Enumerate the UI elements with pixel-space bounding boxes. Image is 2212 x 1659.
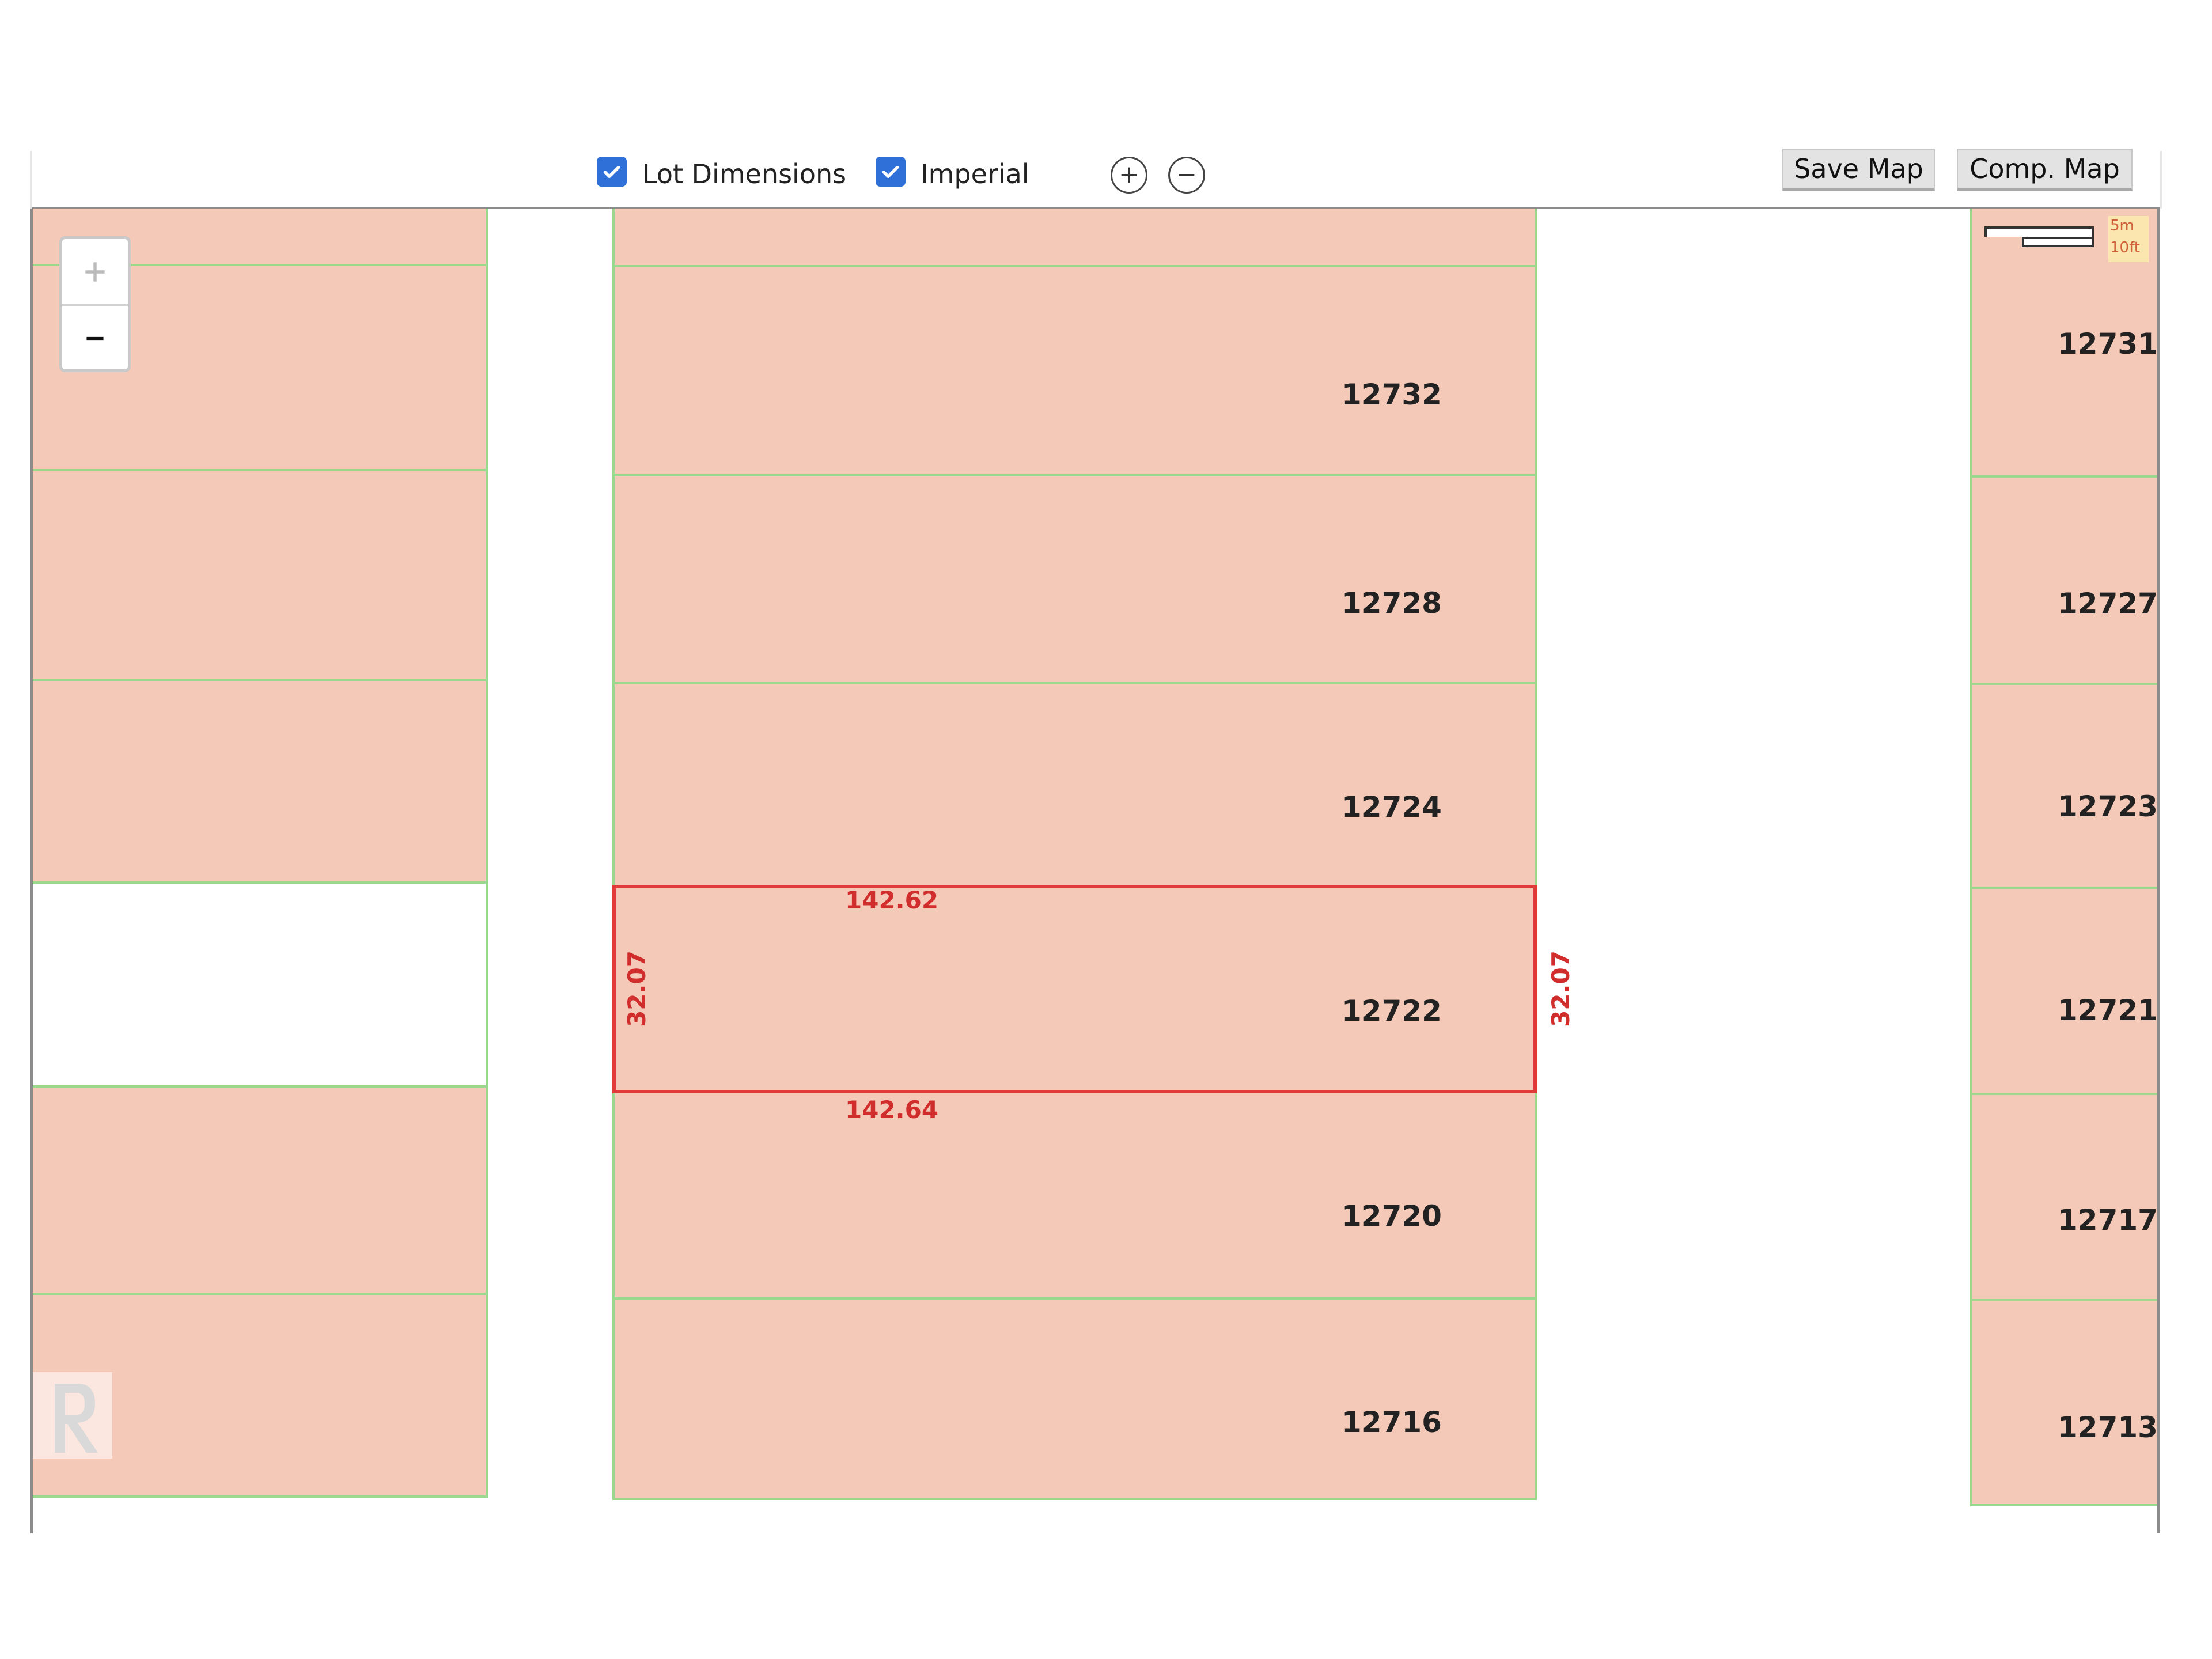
lot-right[interactable]: 12727 xyxy=(1970,475,2160,685)
map-right-border xyxy=(2157,209,2160,1533)
lot-right[interactable]: 12717 xyxy=(1970,1093,2160,1301)
toolbar-edge-left xyxy=(30,151,32,209)
scale-bar: 5m 10ft xyxy=(1967,216,2149,262)
lot-number: 12720 xyxy=(1342,1199,1442,1233)
lot-right[interactable]: 12723 xyxy=(1970,683,2160,889)
selected-lot-outline xyxy=(612,885,1537,1093)
save-map-button[interactable]: Save Map xyxy=(1782,149,1935,191)
lot-number: 12721 xyxy=(2058,994,2158,1027)
lot-center[interactable]: 12720 xyxy=(612,1090,1537,1300)
lot-right[interactable]: 12713 xyxy=(1970,1299,2160,1506)
lot-number: 12713 xyxy=(2058,1411,2158,1444)
scale-metric-label: 5m xyxy=(2110,217,2134,234)
map-left-border xyxy=(30,209,33,1533)
map-zoom-in-button[interactable] xyxy=(62,239,128,304)
lot-left[interactable] xyxy=(32,679,488,884)
map-zoom-out-button[interactable] xyxy=(62,304,128,369)
selected-lot-top-length: 142.62 xyxy=(845,886,939,914)
lot-center-top[interactable] xyxy=(612,209,1537,267)
imperial-checkbox[interactable] xyxy=(876,157,906,187)
lot-left[interactable] xyxy=(32,469,488,681)
lot-number: 12724 xyxy=(1342,790,1442,824)
zoom-out-button[interactable] xyxy=(1168,157,1205,194)
lot-number: 12728 xyxy=(1342,586,1442,620)
lot-number: 12723 xyxy=(2058,790,2158,823)
plus-icon xyxy=(1121,167,1137,183)
minus-icon xyxy=(1179,174,1195,176)
zoom-control xyxy=(59,236,131,372)
scale-bar-imperial xyxy=(2022,237,2094,247)
scale-bar-metric xyxy=(1984,226,2094,237)
lot-number: 12731 xyxy=(2058,327,2158,361)
checkmark-icon xyxy=(882,165,899,178)
selected-lot-right-width: 32.07 xyxy=(1546,950,1575,1027)
lot-center[interactable]: 12732 xyxy=(612,265,1537,476)
realtor-watermark-icon xyxy=(32,1372,112,1459)
lot-number: 12717 xyxy=(2058,1203,2158,1237)
lot-right[interactable]: 12721 xyxy=(1970,887,2160,1095)
comp-map-button[interactable]: Comp. Map xyxy=(1957,149,2133,191)
lot-center[interactable]: 12724 xyxy=(612,682,1537,887)
lot-left-empty[interactable] xyxy=(32,881,488,1088)
lot-center[interactable]: 12716 xyxy=(612,1297,1537,1500)
lot-center[interactable]: 12728 xyxy=(612,474,1537,684)
lot-number: 12727 xyxy=(2058,587,2158,620)
zoom-in-button[interactable] xyxy=(1111,157,1147,194)
lot-left[interactable] xyxy=(32,1085,488,1295)
map-canvas[interactable]: 12732 12728 12724 12722 12720 12716 142.… xyxy=(32,209,2160,1524)
imperial-label[interactable]: Imperial xyxy=(921,156,1029,192)
selected-lot-bottom-length: 142.64 xyxy=(845,1096,939,1124)
scale-imperial-label: 10ft xyxy=(2110,239,2140,256)
checkmark-icon xyxy=(603,165,620,178)
selected-lot-left-width: 32.07 xyxy=(622,950,651,1027)
lot-number: 12716 xyxy=(1342,1406,1442,1439)
plus-icon xyxy=(85,262,105,282)
lot-number: 12732 xyxy=(1342,378,1442,411)
minus-icon xyxy=(86,336,104,340)
lot-dimensions-label[interactable]: Lot Dimensions xyxy=(642,156,846,192)
lot-dimensions-checkbox[interactable] xyxy=(597,157,627,187)
toolbar-edge-right xyxy=(2160,151,2162,209)
